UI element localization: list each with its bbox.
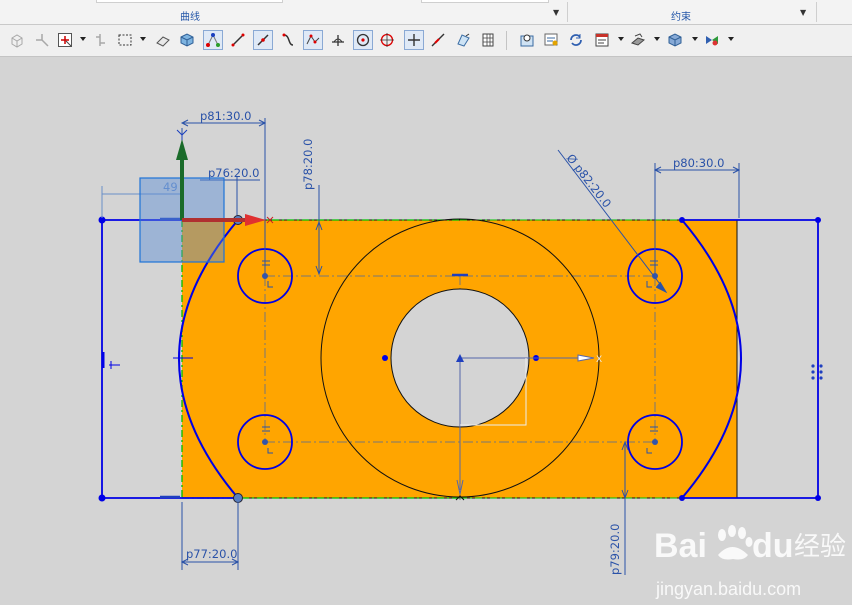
line-icon[interactable] xyxy=(228,30,248,50)
ribbon-group-curve[interactable]: 曲线 ▼ xyxy=(0,0,566,24)
chevron-down-icon[interactable] xyxy=(618,37,624,41)
solid-box-icon[interactable] xyxy=(177,30,197,50)
pattern-curve-icon[interactable] xyxy=(478,30,498,50)
chevron-down-icon[interactable] xyxy=(80,37,86,41)
selection-filter-icon[interactable] xyxy=(55,30,75,50)
baidu-logo-icon: Bai du 经验 jingyan.baidu.com xyxy=(654,525,846,599)
watermark-url: jingyan.baidu.com xyxy=(655,579,801,599)
point-icon[interactable] xyxy=(404,30,424,50)
circle-icon[interactable] xyxy=(353,30,373,50)
dimension-p77[interactable]: p77:20.0 xyxy=(186,547,237,561)
rotate-view-icon[interactable] xyxy=(90,30,110,50)
dimension-p79[interactable]: p79:20.0 xyxy=(608,524,622,575)
profile-icon[interactable] xyxy=(203,30,223,50)
sketch-display-icon[interactable] xyxy=(628,30,648,50)
ribbon-group-title: 曲线 xyxy=(180,12,200,23)
circle-center-icon[interactable] xyxy=(377,30,397,50)
right-mark xyxy=(811,364,823,380)
dimension-p82[interactable]: Ø p82:20.0 xyxy=(564,151,615,210)
chevron-down-icon[interactable] xyxy=(692,37,698,41)
fit-view-icon[interactable] xyxy=(517,30,537,50)
dimension-p80[interactable]: p80:30.0 xyxy=(673,156,724,170)
render-style-icon[interactable] xyxy=(702,30,722,50)
axis-label-x: X xyxy=(596,355,602,365)
associative-model-icon[interactable] xyxy=(7,30,27,50)
graphics-window[interactable]: X Ø p82:20.0 p81:30.0 p76:20.0 p78:20.0 … xyxy=(0,57,852,601)
ribbon-group-constraint[interactable]: 约束 ▼ xyxy=(568,0,816,24)
shaded-view-icon[interactable] xyxy=(665,30,685,50)
eraser-icon[interactable] xyxy=(153,30,173,50)
fillet-icon[interactable] xyxy=(328,30,348,50)
line-tangent-icon[interactable] xyxy=(253,30,273,50)
quick-extend-icon[interactable] xyxy=(428,30,448,50)
arc-icon[interactable] xyxy=(278,30,298,50)
baidu-watermark: Bai du 经验 jingyan.baidu.com xyxy=(652,515,852,605)
select-box-icon[interactable] xyxy=(115,30,135,50)
chevron-down-icon[interactable] xyxy=(654,37,660,41)
sketch-toolbar xyxy=(0,25,852,57)
chevron-down-icon[interactable]: ▼ xyxy=(553,8,559,17)
ribbon: 曲线 ▼ 约束 ▼ xyxy=(0,0,852,25)
dimension-p78[interactable]: p78:20.0 xyxy=(301,139,315,190)
left-midpoint-mark xyxy=(101,352,120,369)
divider xyxy=(816,2,817,22)
studio-spline-icon[interactable] xyxy=(303,30,323,50)
chevron-down-icon[interactable]: ▼ xyxy=(800,8,806,17)
dimension-p81[interactable]: p81:30.0 xyxy=(200,109,251,123)
chevron-down-icon[interactable] xyxy=(728,37,734,41)
watermark-brand-cn: 经验 xyxy=(794,532,846,562)
divider xyxy=(506,31,507,50)
watermark-brand-a: Bai xyxy=(654,527,707,565)
show-constraints-icon[interactable] xyxy=(541,30,561,50)
relations-browser-icon[interactable] xyxy=(592,30,612,50)
watermark-brand-b: du xyxy=(752,527,794,565)
make-corner-icon[interactable] xyxy=(453,30,473,50)
chevron-down-icon[interactable] xyxy=(140,37,146,41)
ribbon-group-title: 约束 xyxy=(671,12,691,23)
auto-constrain-icon[interactable] xyxy=(566,30,586,50)
snap-point-icon[interactable] xyxy=(32,30,52,50)
